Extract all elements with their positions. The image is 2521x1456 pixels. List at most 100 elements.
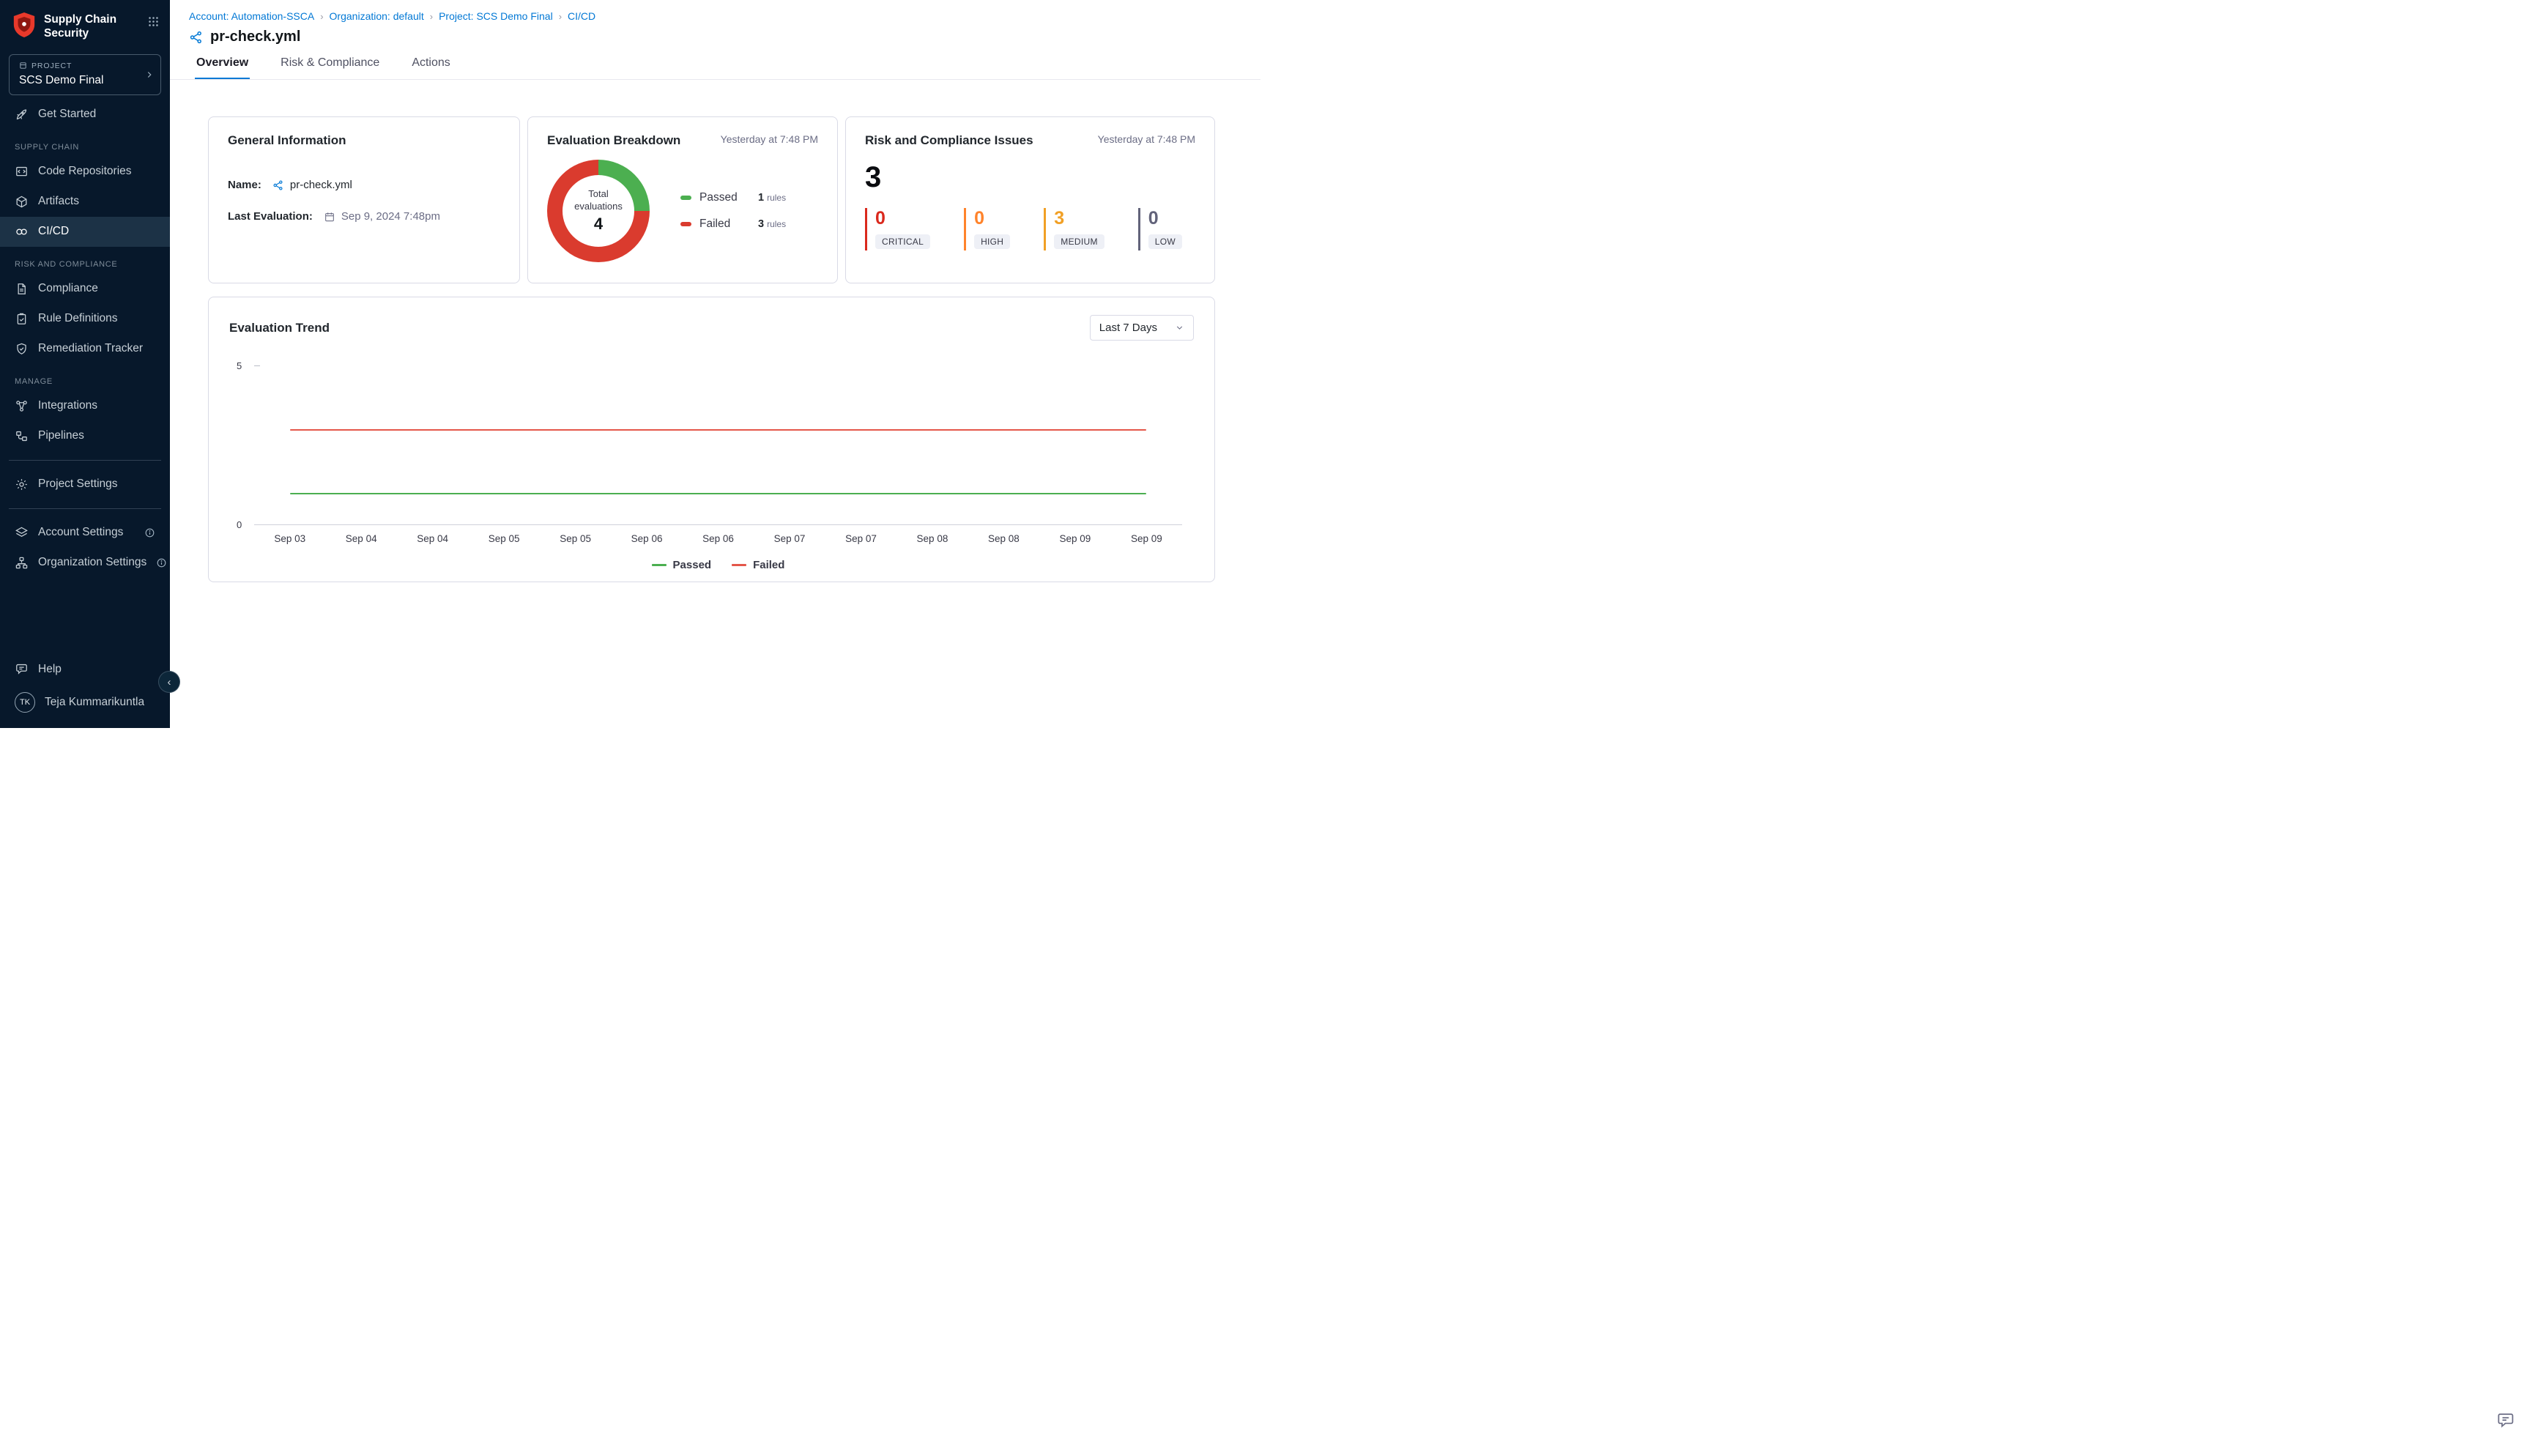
app-logo-icon (12, 11, 37, 39)
calendar-icon (324, 211, 335, 223)
sidebar-item-pipelines[interactable]: Pipelines (0, 421, 170, 451)
last-evaluation-value: Sep 9, 2024 7:48pm (341, 210, 440, 223)
help-chat-icon (15, 662, 29, 676)
sidebar-item-rule-definitions[interactable]: Rule Definitions (0, 304, 170, 334)
name-label: Name: (228, 179, 261, 191)
page-header: Account: Automation-SSCA › Organization:… (170, 0, 1260, 80)
breadcrumb-project[interactable]: Project: SCS Demo Final (439, 10, 553, 22)
last-evaluation-label: Last Evaluation: (228, 210, 313, 223)
legend-unit: rules (767, 193, 786, 203)
breadcrumb: Account: Automation-SSCA › Organization:… (189, 10, 1241, 22)
legend-count: 3 (758, 218, 764, 230)
trend-x-axis: Sep 03Sep 04Sep 04Sep 05Sep 05Sep 06Sep … (254, 533, 1182, 544)
x-tick-label: Sep 04 (325, 533, 396, 544)
tab-overview[interactable]: Overview (195, 56, 250, 79)
breadcrumb-account[interactable]: Account: Automation-SSCA (189, 10, 314, 22)
chevron-separator-icon: › (559, 11, 562, 22)
severity-badge: LOW (1148, 234, 1182, 249)
project-selector[interactable]: PROJECT SCS Demo Final (9, 54, 161, 95)
name-field: Name: pr-check.yml (228, 179, 500, 191)
page-content: General Information Name: pr-c (170, 80, 1260, 728)
sidebar-item-label: Artifacts (38, 195, 79, 208)
app-title: Supply Chain Security (44, 11, 140, 41)
module-grid-icon[interactable] (147, 11, 160, 28)
x-tick-label: Sep 08 (968, 533, 1039, 544)
severity-badge: MEDIUM (1054, 234, 1104, 249)
sidebar-item-label: Remediation Tracker (38, 342, 143, 355)
sidebar-collapse-button[interactable]: ‹ (158, 671, 180, 693)
sidebar-item-label: Integrations (38, 399, 97, 412)
project-icon (19, 62, 27, 70)
tab-risk-compliance[interactable]: Risk & Compliance (279, 56, 381, 79)
trend-legend-item-passed: Passed (652, 559, 712, 571)
breadcrumb-cicd[interactable]: CI/CD (568, 10, 595, 22)
organization-settings-icon (15, 556, 29, 570)
x-tick-label: Sep 03 (254, 533, 325, 544)
severity-count: 0 (875, 209, 930, 228)
trend-chart: 5 0 Sep 03Sep 04Sep 04Sep 05Sep 05Sep 06… (254, 365, 1182, 571)
page-title: pr-check.yml (210, 29, 300, 45)
sidebar-item-help[interactable]: Help (0, 654, 170, 684)
sidebar-item-label: Get Started (38, 108, 96, 121)
date-range-select[interactable]: Last 7 Days (1090, 315, 1194, 341)
pipelines-icon (15, 429, 29, 443)
legend-count: 1 (758, 192, 764, 204)
brand: Supply Chain Security (0, 0, 170, 48)
sidebar-item-label: Compliance (38, 282, 98, 295)
card-timestamp: Yesterday at 7:48 PM (721, 133, 818, 145)
sidebar-item-compliance[interactable]: Compliance (0, 274, 170, 304)
sidebar-item-get-started[interactable]: Get Started (0, 100, 170, 130)
sidebar-item-project-settings[interactable]: Project Settings (0, 469, 170, 499)
trend-legend-item-failed: Failed (732, 559, 784, 571)
sidebar-item-integrations[interactable]: Integrations (0, 391, 170, 421)
severity-badge: HIGH (974, 234, 1010, 249)
sidebar-item-cicd[interactable]: CI/CD (0, 217, 170, 247)
sidebar-item-user[interactable]: TK Teja Kummarikuntla (0, 684, 170, 721)
sidebar-item-artifacts[interactable]: Artifacts (0, 187, 170, 217)
severity-count: 3 (1054, 209, 1104, 228)
trend-plot: 5 0 (254, 365, 1182, 525)
y-tick-label: 0 (237, 519, 242, 530)
project-label: PROJECT (19, 62, 140, 70)
tab-actions[interactable]: Actions (410, 56, 451, 79)
breakdown-legend-failed: Failed 3 rules (680, 218, 786, 231)
sidebar-item-code-repositories[interactable]: Code Repositories (0, 157, 170, 187)
severity-critical: 0 CRITICAL (865, 208, 930, 250)
legend-label: Passed (673, 559, 712, 571)
sidebar-item-remediation-tracker[interactable]: Remediation Tracker (0, 334, 170, 364)
artifacts-icon (15, 195, 29, 209)
donut-total-label: Total evaluations (568, 188, 629, 213)
x-tick-label: Sep 06 (683, 533, 754, 544)
trend-line-failed (290, 429, 1147, 431)
sidebar-item-label: Account Settings (38, 526, 123, 539)
project-name: SCS Demo Final (19, 74, 140, 87)
main-area: Account: Automation-SSCA › Organization:… (170, 0, 1260, 728)
sidebar-item-label: Project Settings (38, 478, 118, 491)
summary-cards: General Information Name: pr-c (208, 116, 1215, 283)
y-tick-mark (254, 365, 260, 366)
support-chat-button[interactable] (2496, 1411, 2515, 1430)
code-repositories-icon (15, 165, 29, 179)
severity-badge: CRITICAL (875, 234, 930, 249)
card-title: Risk and Compliance Issues (865, 133, 1033, 148)
info-icon (156, 557, 167, 568)
sidebar-item-label: Organization Settings (38, 556, 146, 569)
issues-total: 3 (865, 163, 1195, 192)
breakdown-legend-passed: Passed 1 rules (680, 191, 786, 204)
sidebar-bottom: Help TK Teja Kummarikuntla (0, 654, 170, 728)
donut-total-value: 4 (594, 215, 603, 234)
severity-low: 0 LOW (1138, 208, 1182, 250)
sidebar-item-account-settings[interactable]: Account Settings (0, 518, 170, 548)
breadcrumb-organization[interactable]: Organization: default (330, 10, 424, 22)
page-title-row: pr-check.yml (189, 29, 1241, 45)
evaluation-donut: Total evaluations 4 (547, 160, 650, 262)
workflow-file-icon (272, 179, 284, 191)
severity-high: 0 HIGH (964, 208, 1010, 250)
legend-label: Failed (753, 559, 784, 571)
section-label-risk-compliance: RISK AND COMPLIANCE (0, 247, 170, 274)
trend-legend: Passed Failed (254, 559, 1182, 571)
sidebar-divider (9, 508, 161, 509)
date-range-value: Last 7 Days (1099, 322, 1157, 334)
sidebar-item-organization-settings[interactable]: Organization Settings (0, 548, 170, 578)
legend-swatch (652, 564, 667, 566)
